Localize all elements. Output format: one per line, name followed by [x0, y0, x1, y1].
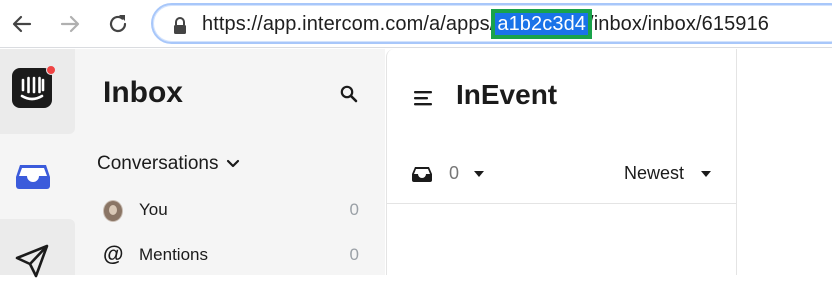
app-rail: [0, 49, 76, 278]
sidebar-item-mentions[interactable]: @ Mentions 0: [101, 242, 361, 270]
search-icon: [340, 85, 358, 103]
rail-item-inbox[interactable]: [14, 161, 52, 196]
sidebar-title: Inbox: [103, 76, 183, 109]
reload-button[interactable]: [102, 8, 134, 40]
address-bar[interactable]: https://app.intercom.com/a/apps/a1b2c3d4…: [151, 3, 832, 44]
inbox-open-icon: [412, 166, 432, 182]
url-suffix: /inbox/inbox/615916: [588, 13, 769, 35]
conversation-list-panel: InEvent 0 Newest: [386, 49, 737, 275]
sidebar-item-label: You: [139, 200, 168, 219]
sort-dropdown[interactable]: Newest: [624, 163, 712, 184]
hamburger-menu-icon: [414, 91, 432, 106]
paper-plane-icon: [15, 244, 49, 278]
browser-toolbar: https://app.intercom.com/a/apps/a1b2c3d4…: [0, 0, 832, 48]
avatar: [103, 200, 123, 222]
sidebar-item-count: 0: [349, 200, 359, 219]
inbox-sidebar: Inbox Conversations You 0 @ Mentions 0: [76, 49, 385, 275]
rail-item-outbound[interactable]: [14, 244, 50, 283]
forward-button[interactable]: [54, 8, 86, 40]
url-prefix: https://app.intercom.com/a/apps/: [202, 13, 496, 35]
filter-count: 0: [449, 163, 460, 183]
back-button[interactable]: [6, 8, 38, 40]
section-label: Conversations: [97, 153, 219, 174]
sidebar-item-you[interactable]: You 0: [101, 197, 361, 225]
arrow-right-icon: [60, 15, 80, 33]
rail-logo-container[interactable]: [0, 49, 75, 134]
notification-dot: [46, 65, 56, 75]
intercom-logo-icon[interactable]: [12, 68, 52, 108]
caret-down-icon: [701, 170, 712, 177]
status-filter-dropdown[interactable]: 0: [411, 163, 485, 184]
list-menu-button[interactable]: [414, 89, 434, 112]
sidebar-item-count: 0: [349, 245, 359, 264]
reload-icon: [109, 15, 127, 33]
arrow-left-icon: [12, 15, 32, 33]
sort-label: Newest: [624, 163, 685, 183]
conversation-detail-panel: [738, 49, 832, 275]
inbox-tray-icon: [16, 165, 50, 189]
sidebar-item-label: Mentions: [139, 245, 208, 264]
at-icon: @: [103, 243, 124, 266]
lock-icon[interactable]: [172, 16, 188, 36]
chevron-down-icon: [227, 159, 240, 168]
sidebar-search-button[interactable]: [340, 85, 358, 108]
conversations-section-toggle[interactable]: Conversations: [97, 153, 240, 175]
list-title: InEvent: [456, 79, 558, 110]
url-selected-segment[interactable]: a1b2c3d4: [491, 9, 593, 39]
caret-down-icon: [474, 170, 485, 177]
divider: [387, 203, 737, 204]
url-text[interactable]: https://app.intercom.com/a/apps/a1b2c3d4…: [202, 9, 769, 39]
